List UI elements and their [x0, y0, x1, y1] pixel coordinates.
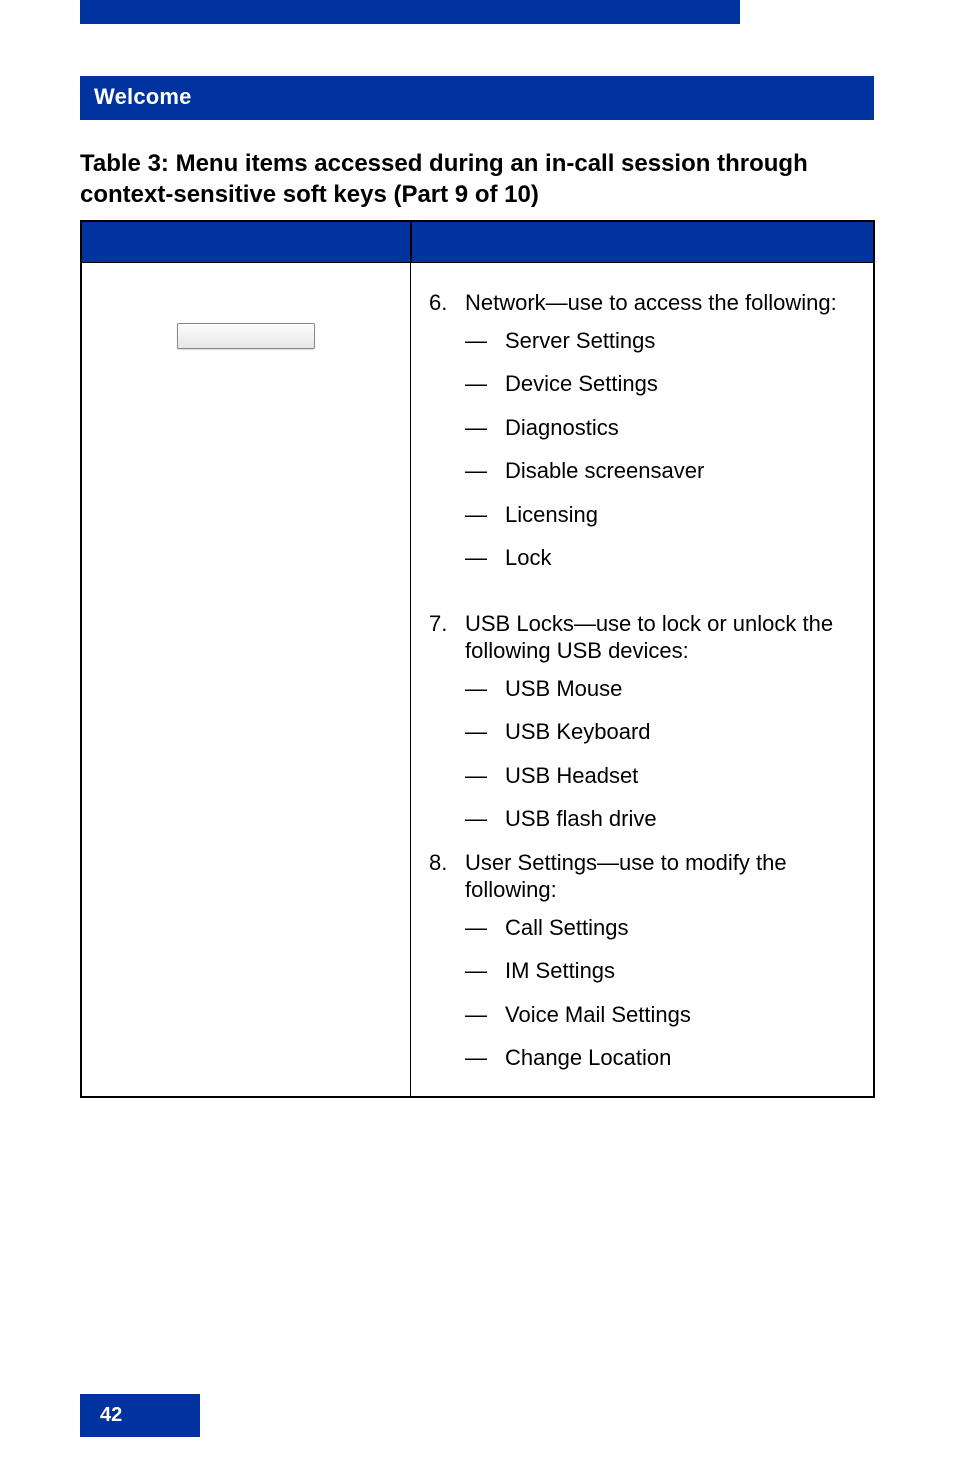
sublist-item: —IM Settings [465, 957, 849, 985]
sublist-text: USB Headset [505, 762, 849, 790]
sublist-item: —Device Settings [465, 370, 849, 398]
page-number: 42 [80, 1394, 200, 1437]
sublist: —USB Mouse —USB Keyboard —USB Headset —U… [465, 675, 849, 833]
list-text: User Settings—use to modify the followin… [465, 849, 849, 904]
dash: — [465, 544, 505, 572]
sublist-item: —USB Keyboard [465, 718, 849, 746]
sublist-item: —Change Location [465, 1044, 849, 1072]
table-header-right [411, 221, 874, 263]
sublist-text: Server Settings [505, 327, 849, 355]
sublist-item: —Call Settings [465, 914, 849, 942]
sublist-text: Change Location [505, 1044, 849, 1072]
menu-table: 6. Network—use to access the following: … [80, 220, 875, 1098]
dash: — [465, 914, 505, 942]
top-blue-banner [80, 0, 740, 24]
dash: — [465, 762, 505, 790]
menu-description-cell: 6. Network—use to access the following: … [411, 263, 874, 1097]
sublist-text: Licensing [505, 501, 849, 529]
list-number: 8. [429, 849, 465, 904]
sublist-item: —Lock [465, 544, 849, 572]
list-number: 7. [429, 610, 465, 665]
sublist-text: Disable screensaver [505, 457, 849, 485]
sublist-text: USB Keyboard [505, 718, 849, 746]
sublist-text: USB Mouse [505, 675, 849, 703]
list-text: Network—use to access the following: [465, 289, 849, 317]
sublist: —Server Settings —Device Settings —Diagn… [465, 327, 849, 572]
sublist-item: —Licensing [465, 501, 849, 529]
dash: — [465, 370, 505, 398]
sublist-item: —Voice Mail Settings [465, 1001, 849, 1029]
list-text: USB Locks—use to lock or unlock the foll… [465, 610, 849, 665]
list-item: 7. USB Locks—use to lock or unlock the f… [429, 610, 849, 665]
dash: — [465, 501, 505, 529]
sublist-text: IM Settings [505, 957, 849, 985]
dash: — [465, 457, 505, 485]
dash: — [465, 327, 505, 355]
section-header: Welcome [80, 76, 874, 120]
sublist-text: Voice Mail Settings [505, 1001, 849, 1029]
dash: — [465, 957, 505, 985]
sublist-item: —Disable screensaver [465, 457, 849, 485]
list-number: 6. [429, 289, 465, 317]
soft-key-button[interactable] [177, 323, 315, 349]
dash: — [465, 414, 505, 442]
dash: — [465, 805, 505, 833]
sublist-text: Call Settings [505, 914, 849, 942]
table-header-left [81, 221, 411, 263]
sublist-text: USB flash drive [505, 805, 849, 833]
dash: — [465, 675, 505, 703]
sublist-item: —USB flash drive [465, 805, 849, 833]
sublist-item: —Diagnostics [465, 414, 849, 442]
sublist-text: Diagnostics [505, 414, 849, 442]
table-caption: Table 3: Menu items accessed during an i… [80, 148, 874, 210]
table-row: 6. Network—use to access the following: … [81, 263, 874, 1097]
list-item: 6. Network—use to access the following: [429, 289, 849, 317]
dash: — [465, 1044, 505, 1072]
sublist-item: —USB Headset [465, 762, 849, 790]
list-item: 8. User Settings—use to modify the follo… [429, 849, 849, 904]
sublist-text: Device Settings [505, 370, 849, 398]
sublist-item: —Server Settings [465, 327, 849, 355]
sublist-text: Lock [505, 544, 849, 572]
soft-key-cell [81, 263, 411, 1097]
dash: — [465, 718, 505, 746]
sublist: —Call Settings —IM Settings —Voice Mail … [465, 914, 849, 1072]
sublist-item: —USB Mouse [465, 675, 849, 703]
table-header-row [81, 221, 874, 263]
dash: — [465, 1001, 505, 1029]
